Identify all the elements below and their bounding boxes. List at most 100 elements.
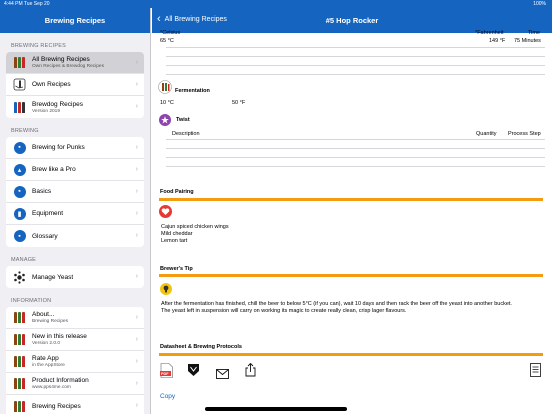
sidebar-item-label: Basics	[32, 188, 52, 195]
status-time: 4:44 PM Tue Sep 20	[4, 1, 50, 7]
sidebar-item-subtitle: Own Recipes & Brewdog Recipes	[32, 64, 104, 69]
group-brewing-recipes: All Brewing Recipes Own Recipes & Brewdog…	[6, 52, 144, 118]
sidebar-item-label: Glossary	[32, 232, 58, 240]
chevron-right-icon: ›	[135, 336, 138, 343]
share-icon[interactable]	[245, 362, 256, 382]
sidebar-item-label: About...	[32, 311, 55, 318]
sidebar-item-product-information[interactable]: Product Information www.pps4me.com ›	[6, 373, 144, 395]
section-header-brewing: BREWING	[11, 128, 39, 134]
hand-bottle-icon	[13, 78, 26, 91]
flask-icon: ▴	[13, 163, 26, 176]
sidebar-item-label: Product Information	[32, 377, 89, 384]
sidebar-item-manage-yeast[interactable]: Manage Yeast ›	[6, 266, 144, 288]
pdf-icon[interactable]: PDF	[160, 363, 173, 378]
section-divider	[159, 274, 543, 277]
sidebar-item-rate-app[interactable]: Rate App in the AppStore ›	[6, 351, 144, 373]
heart-icon	[159, 205, 172, 223]
copy-button[interactable]: Copy	[160, 393, 175, 400]
fermentation-celsius: 10 °C	[160, 100, 174, 106]
twist-col-process-step: Process Step	[508, 131, 541, 137]
food-pairing-item: Mild cheddar	[161, 231, 193, 237]
datasheet-title: Datasheet & Brewing Protocols	[160, 344, 242, 350]
mash-celsius-value: 65 °C	[160, 38, 174, 44]
sidebar-item-label: Rate App	[32, 355, 59, 362]
divider	[166, 157, 545, 158]
sidebar-item-label: Equipment	[32, 210, 64, 217]
beer-bottles-icon	[13, 377, 26, 390]
food-pairing-item: Lemon tart	[161, 238, 188, 244]
chevron-right-icon: ›	[135, 59, 138, 66]
food-pairing-item: Cajun spiced chicken wings	[161, 224, 229, 230]
beer-bottles-icon	[13, 400, 26, 413]
fermentation-title: Fermentation	[175, 88, 210, 94]
sidebar-item-about[interactable]: About... Brewing Recipes ›	[6, 307, 144, 329]
sidebar-item-brewing-for-punks[interactable]: ▪ Brewing for Punks ›	[6, 137, 144, 159]
sidebar-item-label: New in this release	[32, 333, 87, 340]
sidebar-item-brewdog-recipes[interactable]: Brewdog Recipes Version 2019 ›	[6, 96, 144, 118]
sidebar-item-label: Brewdog Recipes	[32, 100, 83, 108]
chevron-right-icon: ›	[135, 314, 138, 321]
recipe-content: °Celsius °Fahrenheit Time 65 °C 149 °F 7…	[152, 30, 552, 414]
sidebar-item-brew-like-a-pro[interactable]: ▴ Brew like a Pro ›	[6, 159, 144, 181]
section-header-information: INFORMATION	[11, 298, 52, 304]
sidebar-item-label: Brewing for Punks	[32, 144, 85, 151]
brewdog-logo-icon[interactable]	[187, 363, 200, 382]
sidebar-item-label: Manage Yeast	[32, 273, 74, 281]
sidebar-item-own-recipes[interactable]: Own Recipes ›	[6, 74, 144, 96]
twist-title: Twist	[176, 117, 190, 123]
yeast-icon	[13, 270, 26, 284]
divider	[166, 74, 545, 75]
document-list-icon[interactable]	[530, 363, 541, 382]
section-header-manage: MANAGE	[11, 257, 37, 263]
chevron-right-icon: ›	[135, 144, 138, 151]
page-title: #5 Hop Rocker	[325, 16, 379, 25]
sidebar-item-basics[interactable]: ▪ Basics ›	[6, 181, 144, 203]
sidebar-item-label: Own Recipes	[32, 81, 71, 88]
mash-col-time: Time	[528, 30, 541, 36]
sidebar-item-glossary[interactable]: ▪ Glossary ›	[6, 225, 144, 247]
star-icon	[159, 113, 171, 131]
brewers-tip-text-line1: After the fermentation has finished, chi…	[161, 301, 512, 307]
divider	[166, 139, 545, 140]
chevron-right-icon: ›	[135, 232, 138, 239]
section-divider	[159, 198, 543, 201]
section-divider	[159, 353, 543, 356]
divider	[166, 56, 545, 57]
home-indicator[interactable]	[205, 407, 347, 411]
chevron-right-icon: ›	[135, 380, 138, 387]
brewers-tip-text-line2: The yeast left in suspension will carry …	[161, 308, 407, 314]
sidebar-item-label: Brewing Recipes	[32, 402, 81, 410]
sidebar-item-all-brewing-recipes[interactable]: All Brewing Recipes Own Recipes & Brewdog…	[6, 52, 144, 74]
beer-bottles-icon	[13, 333, 26, 346]
beer-bottles-icon	[13, 311, 26, 324]
sidebar-item-subtitle: www.pps4me.com	[32, 385, 71, 390]
divider	[166, 148, 545, 149]
beer-bottles-icon	[13, 355, 26, 368]
book-icon: ▪	[13, 185, 26, 198]
sidebar-item-subtitle: in the AppStore	[32, 363, 65, 368]
status-bar: 4:44 PM Tue Sep 20 100%	[0, 0, 552, 8]
sidebar-item-subtitle: Version 2019	[32, 108, 61, 114]
lightbulb-icon	[160, 282, 172, 300]
sidebar-item-label: Brew like a Pro	[32, 166, 76, 173]
sidebar-item-new-in-release[interactable]: New in this release Version 2.0.0 ›	[6, 329, 144, 351]
mash-fahrenheit-value: 149 °F	[489, 38, 506, 44]
mash-time-value: 75 Minutes	[514, 38, 541, 44]
chevron-right-icon: ›	[135, 166, 138, 173]
chevron-right-icon: ›	[135, 402, 138, 409]
food-pairing-title: Food Pairing	[160, 189, 194, 195]
sidebar-item-brewing-recipes[interactable]: Brewing Recipes ›	[6, 395, 144, 414]
group-information: About... Brewing Recipes › New in this re…	[6, 307, 144, 414]
chevron-right-icon: ›	[135, 81, 138, 88]
book-icon: ▪	[13, 141, 26, 154]
chevron-right-icon: ›	[135, 358, 138, 365]
section-header-brewing-recipes: BREWING RECIPES	[11, 43, 66, 49]
sidebar-item-equipment[interactable]: ▮ Equipment ›	[6, 203, 144, 225]
mash-col-fahrenheit: °Fahrenheit	[475, 30, 504, 36]
chevron-right-icon: ›	[135, 210, 138, 217]
detail-pane: ‹ All Brewing Recipes #5 Hop Rocker °Cel…	[152, 0, 552, 414]
divider	[166, 65, 545, 66]
sidebar: Brewing Recipes BREWING RECIPES All Brew…	[0, 0, 151, 414]
mash-col-celsius: °Celsius	[160, 30, 181, 36]
mail-icon[interactable]	[216, 366, 229, 384]
